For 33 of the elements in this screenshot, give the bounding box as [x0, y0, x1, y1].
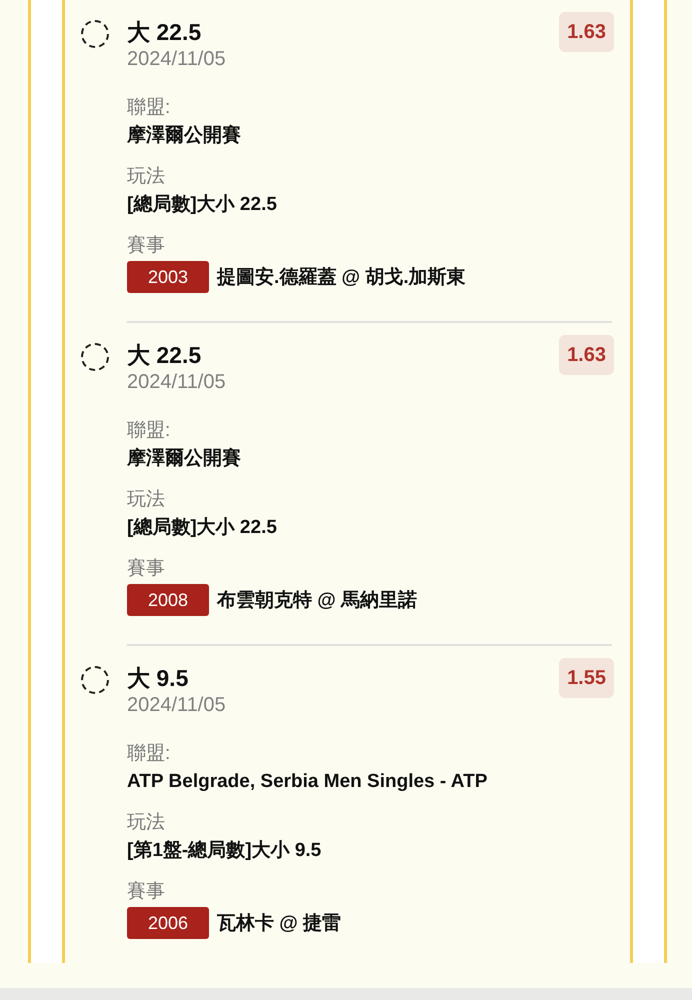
- event-label: 賽事: [127, 880, 166, 904]
- bet-title: 大 22.5: [127, 18, 202, 46]
- odds-badge: 1.55: [559, 658, 614, 698]
- bet-title: 大 22.5: [127, 341, 202, 369]
- odds-badge: 1.63: [559, 12, 614, 52]
- league-name: ATP Belgrade, Serbia Men Singles - ATP: [127, 770, 488, 794]
- event-label: 賽事: [127, 557, 166, 581]
- league-name: 摩澤爾公開賽: [127, 446, 242, 471]
- event-name: 瓦林卡 @ 捷雷: [217, 912, 342, 936]
- market-label: 玩法: [127, 811, 166, 835]
- league-label: 聯盟:: [127, 96, 172, 120]
- event-name: 布雲朝克特 @ 馬納里諾: [217, 588, 418, 613]
- bet-date: 2024/11/05: [127, 370, 226, 395]
- selection-radio[interactable]: [81, 343, 109, 371]
- event-label: 賽事: [127, 234, 166, 258]
- market-label: 玩法: [127, 488, 166, 512]
- odds-badge: 1.63: [559, 335, 614, 375]
- market-label: 玩法: [127, 165, 166, 189]
- event-name: 提圖安.德羅蓋 @ 胡戈.加斯東: [217, 266, 466, 290]
- market-name: [總局數]大小 22.5: [127, 193, 278, 217]
- bet-date: 2024/11/05: [127, 47, 226, 72]
- selection-radio[interactable]: [81, 666, 109, 694]
- event-code-tag: 2003: [127, 261, 209, 293]
- league-label: 聯盟:: [127, 742, 172, 766]
- market-name: [第1盤-總局數]大小 9.5: [127, 839, 322, 863]
- bet-date: 2024/11/05: [127, 693, 226, 718]
- event-code-tag: 2006: [127, 907, 209, 939]
- league-label: 聯盟:: [127, 419, 172, 443]
- league-name: 摩澤爾公開賽: [127, 124, 242, 148]
- market-name: [總局數]大小 22.5: [127, 516, 278, 540]
- event-code-tag: 2008: [127, 584, 209, 616]
- bet-title: 大 9.5: [127, 664, 190, 692]
- selection-radio[interactable]: [81, 20, 109, 48]
